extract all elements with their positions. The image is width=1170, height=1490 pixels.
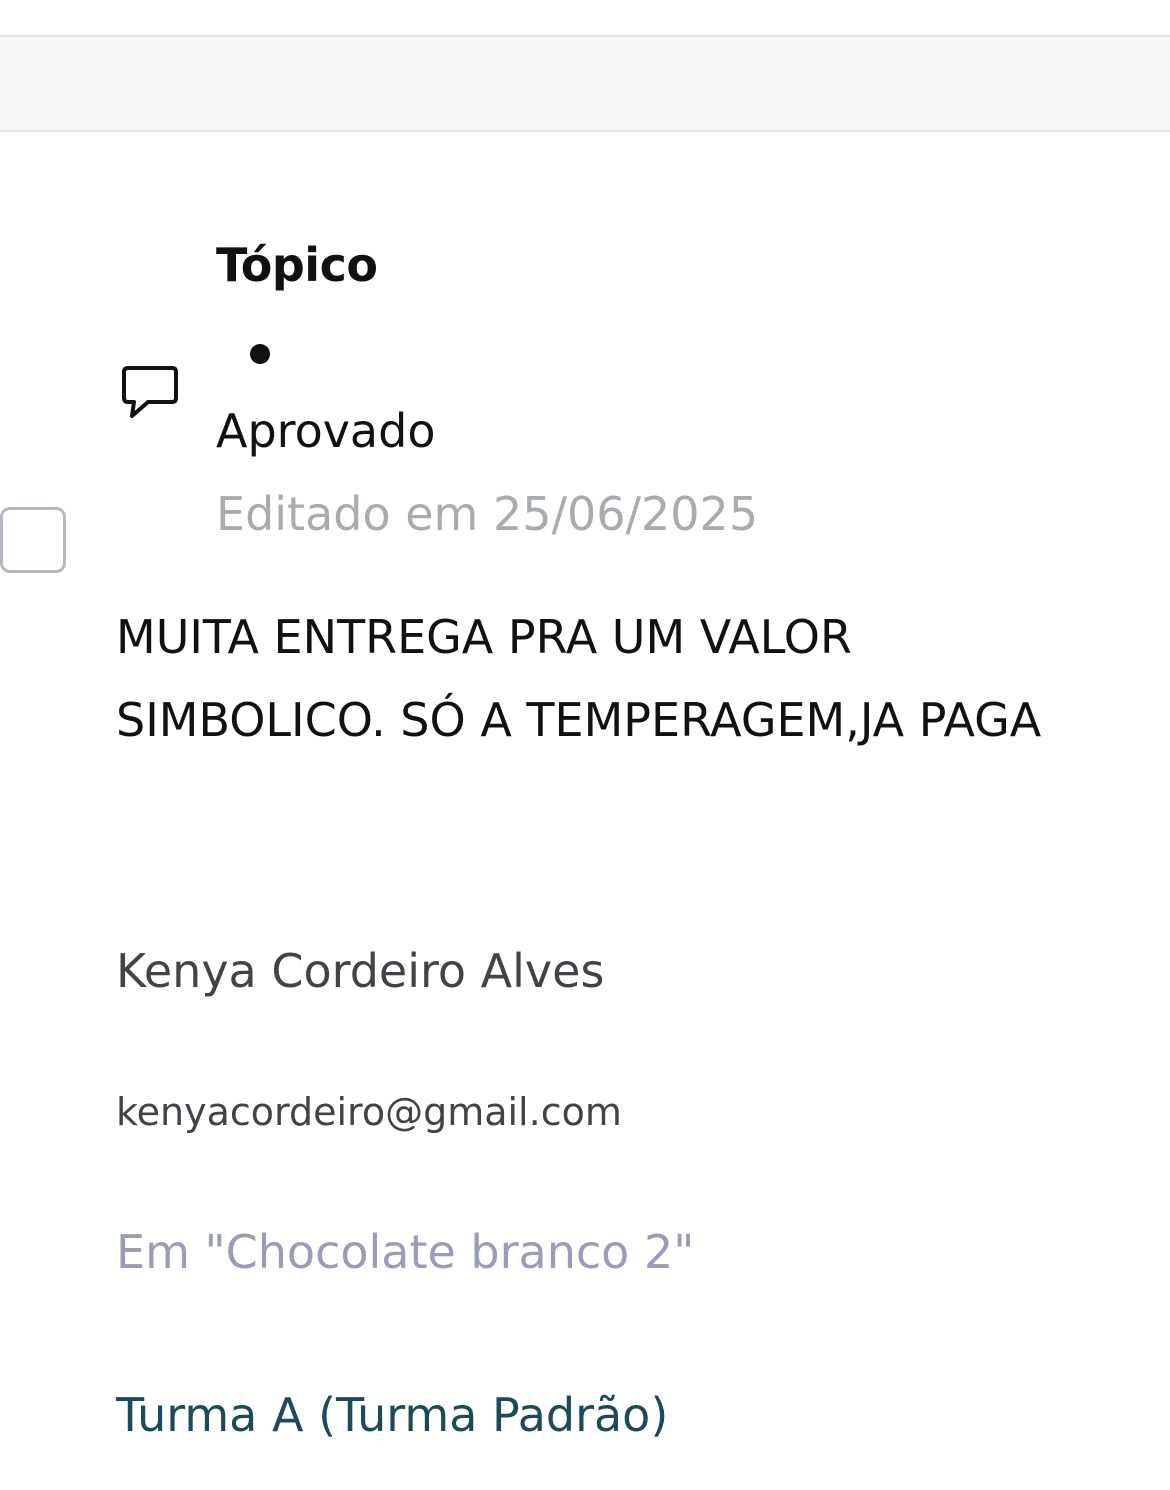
status-label: Aprovado	[216, 404, 436, 458]
edited-date: Editado em 25/06/2025	[216, 487, 759, 541]
comment-context: Em "Chocolate branco 2"	[116, 1225, 695, 1279]
comment-body: MUITA ENTREGA PRA UM VALOR SIMBOLICO. SÓ…	[116, 610, 1042, 747]
comment-type: Tópico	[216, 238, 378, 292]
comment-icon	[122, 366, 178, 418]
select-checkbox[interactable]	[0, 507, 66, 573]
author-email: kenyacordeiro@gmail.com	[116, 1090, 622, 1134]
status-dot	[250, 344, 270, 364]
toolbar	[0, 35, 1170, 132]
author-name: Kenya Cordeiro Alves	[116, 944, 605, 998]
class-link[interactable]: Turma A (Turma Padrão)	[116, 1388, 668, 1442]
